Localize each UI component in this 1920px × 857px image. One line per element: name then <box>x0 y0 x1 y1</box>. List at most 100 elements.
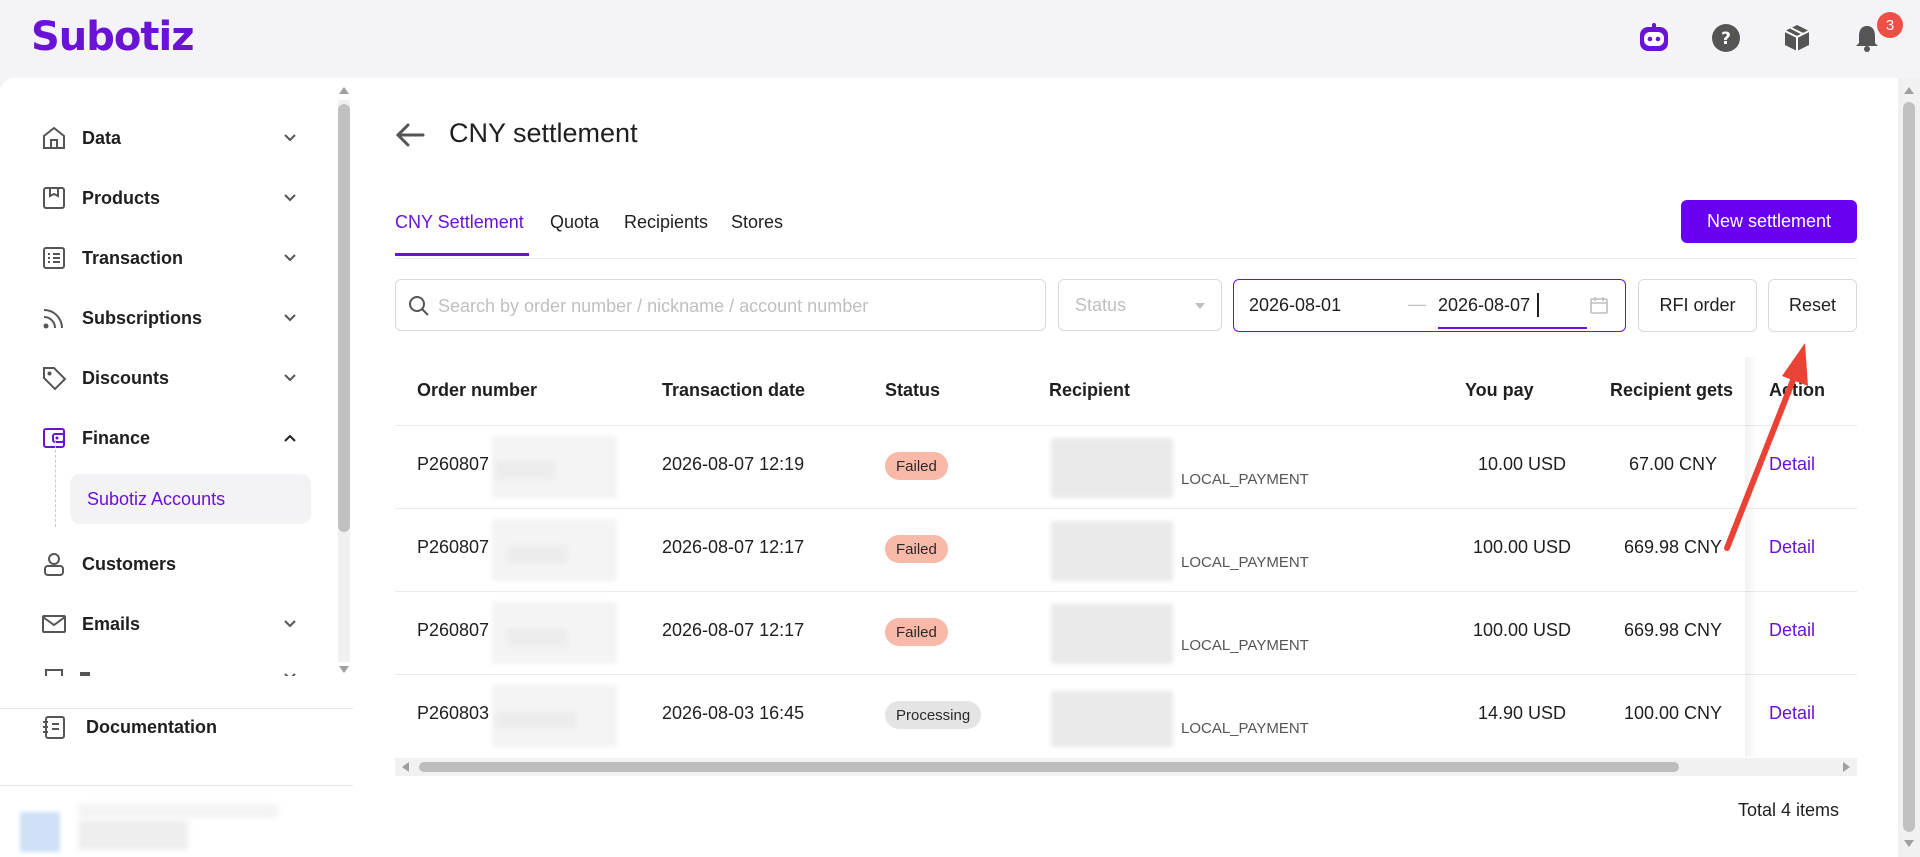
status-select[interactable]: Status <box>1058 279 1222 331</box>
date-separator: — <box>1408 294 1426 314</box>
table-header: Order number Transaction date Status Rec… <box>395 357 1857 426</box>
redacted-block <box>507 546 567 564</box>
date-end-active-indicator <box>1438 327 1587 329</box>
sidebar-item-discounts[interactable]: Discounts <box>40 356 300 400</box>
tab-quota[interactable]: Quota <box>550 212 599 233</box>
wallet-icon <box>40 424 68 452</box>
sidebar-item-label: Emails <box>82 613 141 634</box>
recipient-gets-amount: 669.98 CNY <box>1623 620 1723 640</box>
search-input[interactable] <box>436 280 1040 332</box>
recipient-type: LOCAL_PAYMENT <box>1181 720 1309 737</box>
search-icon <box>409 296 429 316</box>
date-start-input[interactable]: 2026-08-01 <box>1249 295 1341 316</box>
you-pay-amount: 100.00 USD <box>1472 620 1572 640</box>
box-icon <box>40 184 68 212</box>
sidebar-divider <box>0 785 353 786</box>
back-arrow-icon[interactable] <box>393 118 427 152</box>
help-icon[interactable]: ? <box>1709 21 1743 55</box>
sidebar-item-transaction[interactable]: Transaction <box>40 236 300 280</box>
chevron-down-icon <box>284 194 296 202</box>
status-badge: Failed <box>885 535 948 563</box>
sidebar-item-label: Documentation <box>86 716 218 737</box>
user-profile-redacted[interactable] <box>18 800 280 857</box>
chevron-down-icon <box>284 374 296 382</box>
order-number: P260807 <box>417 454 490 474</box>
active-tab-indicator <box>395 253 529 256</box>
status-badge: Failed <box>885 452 948 480</box>
sidebar-item-documentation[interactable]: Documentation <box>40 705 300 749</box>
sidebar-item-label: Transaction <box>82 247 184 268</box>
rfi-order-button[interactable]: RFI order <box>1638 279 1757 332</box>
column-header-action: Action <box>1769 380 1825 400</box>
tab-stores[interactable]: Stores <box>731 212 783 233</box>
reset-button[interactable]: Reset <box>1768 279 1857 332</box>
assistant-bot-icon[interactable] <box>1637 21 1671 55</box>
column-header-order-number: Order number <box>417 380 538 400</box>
transaction-date: 2026-08-07 12:19 <box>662 454 805 474</box>
redacted-block <box>495 461 555 479</box>
sidebar-item-finance[interactable]: Finance <box>40 416 300 460</box>
total-items: Total 4 items <box>1738 800 1840 820</box>
column-header-transaction-date: Transaction date <box>662 380 806 400</box>
list-icon <box>40 244 68 272</box>
table-row: P260807 2026-08-07 12:17 Failed LOCAL_PA… <box>395 592 1857 675</box>
sidebar-item-data[interactable]: Data <box>40 116 300 160</box>
sidebar-scrollbar[interactable] <box>334 82 354 680</box>
sidebar-item-label: Products <box>82 187 161 208</box>
sidebar-item-label: Finance <box>82 427 151 448</box>
app-logo[interactable]: Subotiz <box>31 14 195 60</box>
sidebar-item-products[interactable]: Products <box>40 176 300 220</box>
detail-link[interactable]: Detail <box>1769 703 1815 724</box>
svg-text:?: ? <box>1721 29 1731 49</box>
caret-down-icon <box>1195 303 1205 309</box>
sidebar-item-subscriptions[interactable]: Subscriptions <box>40 296 300 340</box>
recipient-type: LOCAL_PAYMENT <box>1181 471 1309 488</box>
recipient-gets-amount: 100.00 CNY <box>1623 703 1723 723</box>
page-scrollbar[interactable] <box>1898 78 1920 857</box>
tab-recipients[interactable]: Recipients <box>624 212 708 233</box>
order-number: P260807 <box>417 620 490 640</box>
chevron-down-icon <box>284 254 296 262</box>
chevron-down-icon <box>284 314 296 322</box>
column-header-recipient-gets: Recipient gets <box>1610 380 1734 400</box>
sidebar-item-emails[interactable]: Emails <box>40 602 300 646</box>
recipient-type: LOCAL_PAYMENT <box>1181 554 1309 571</box>
notification-badge: 3 <box>1877 12 1903 38</box>
redacted-recipient <box>1051 521 1173 581</box>
date-end-input[interactable]: 2026-08-07 <box>1438 295 1530 316</box>
tab-bar: CNY Settlement Quota Recipients Stores <box>395 198 1857 259</box>
transaction-date: 2026-08-07 12:17 <box>662 620 805 640</box>
sidebar-item-label: Data <box>82 127 122 148</box>
chevron-down-icon <box>284 620 296 628</box>
sidebar-item-label: Subscriptions <box>82 307 203 328</box>
new-settlement-button[interactable]: New settlement <box>1681 200 1857 243</box>
sidebar-item-customers[interactable]: Customers <box>40 542 300 586</box>
home-icon <box>40 124 68 152</box>
sidebar-item-label: Customers <box>82 553 177 574</box>
table-row: P260807 2026-08-07 12:17 Failed LOCAL_PA… <box>395 509 1857 592</box>
date-range-picker[interactable]: 2026-08-01 — 2026-08-07 <box>1233 279 1626 332</box>
recipient-type: LOCAL_PAYMENT <box>1181 637 1309 654</box>
order-number: P260803 <box>417 703 490 723</box>
table-horizontal-scrollbar[interactable] <box>395 758 1857 776</box>
top-bar: Subotiz ? 3 <box>0 0 1920 78</box>
package-icon[interactable] <box>1780 21 1814 55</box>
detail-link[interactable]: Detail <box>1769 620 1815 641</box>
text-cursor <box>1537 293 1539 317</box>
redacted-block <box>495 712 575 728</box>
sidebar: Data Products Transaction Subscriptions … <box>0 78 353 857</box>
sidebar-item-label: Discounts <box>82 367 170 388</box>
table-row: P260807 2026-08-07 12:19 Failed LOCAL_PA… <box>395 426 1857 509</box>
tab-cny-settlement[interactable]: CNY Settlement <box>395 212 524 233</box>
sidebar-item-clipped <box>40 668 340 676</box>
redacted-recipient <box>1051 604 1173 664</box>
detail-link[interactable]: Detail <box>1769 454 1815 475</box>
order-number: P260807 <box>417 537 490 557</box>
column-header-status: Status <box>885 380 941 400</box>
settlement-table: Order number Transaction date Status Rec… <box>395 357 1857 757</box>
chevron-down-icon <box>284 134 296 142</box>
detail-link[interactable]: Detail <box>1769 537 1815 558</box>
rss-icon <box>40 304 68 332</box>
mail-icon <box>40 610 68 638</box>
sidebar-subitem-subotiz-accounts[interactable]: Subotiz Accounts <box>70 474 311 524</box>
